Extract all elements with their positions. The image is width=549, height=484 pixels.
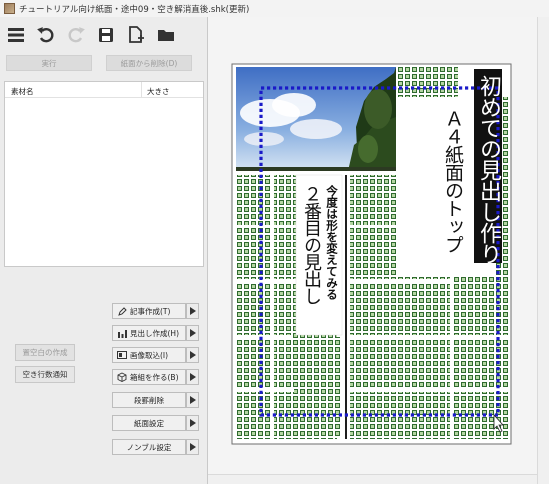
create-heading-arrow-icon[interactable] xyxy=(186,325,199,341)
create-article-label: 記事作成(T) xyxy=(130,306,171,316)
vertical-scrollbar[interactable] xyxy=(537,17,549,484)
column-header-name[interactable]: 素材名 xyxy=(11,86,34,97)
create-box-label: 箱組を作る(B) xyxy=(130,372,179,382)
paragraph-delete-button[interactable]: 段罫削除 xyxy=(112,392,186,408)
page-canvas[interactable]: 初めての見出し作り Ａ４紙面のトップ 今度は形を変えてみる ２番目の見出し xyxy=(208,17,549,484)
create-article-button[interactable]: 記事作成(T) xyxy=(112,303,186,319)
second-headline-top[interactable]: 今度は形を変えてみる xyxy=(324,185,340,335)
blank-lines-notice-button[interactable]: 空き行数通知 xyxy=(15,366,75,383)
create-box-button[interactable]: 箱組を作る(B) xyxy=(112,369,186,385)
toolbar xyxy=(0,20,210,50)
cube-icon xyxy=(117,372,127,382)
image-icon xyxy=(117,351,127,359)
app-icon xyxy=(4,3,15,14)
window-title: チュートリアル向け紙面・途中09・空き解消直後.shk(更新) xyxy=(19,4,250,15)
article-block[interactable] xyxy=(235,175,271,439)
create-heading-label: 見出し作成(H) xyxy=(130,328,179,338)
create-article-arrow-icon[interactable] xyxy=(186,303,199,319)
import-image-label: 画像取込(I) xyxy=(130,350,169,360)
main-headline[interactable]: 初めての見出し作り xyxy=(474,75,502,265)
material-list-header: 素材名 大きさ xyxy=(5,82,203,98)
pencil-icon xyxy=(117,306,127,316)
save-icon[interactable] xyxy=(94,23,118,47)
page-settings-button[interactable]: 紙面設定 xyxy=(112,415,186,431)
menu-icon[interactable] xyxy=(4,23,28,47)
import-image-button[interactable]: 画像取込(I) xyxy=(112,347,186,363)
remove-from-page-button[interactable]: 紙面から削除(D) xyxy=(106,55,192,71)
action-row: 実行 紙面から削除(D) xyxy=(6,55,202,71)
create-box-arrow-icon[interactable] xyxy=(186,369,199,385)
sub-headline[interactable]: Ａ４紙面のトップ xyxy=(440,109,466,279)
nombre-settings-arrow-icon[interactable] xyxy=(186,439,199,455)
horizontal-scrollbar[interactable] xyxy=(208,474,537,484)
new-document-icon[interactable] xyxy=(124,23,148,47)
nombre-settings-button[interactable]: ノンブル設定 xyxy=(112,439,186,455)
paragraph-delete-arrow-icon[interactable] xyxy=(186,392,199,408)
page-settings-arrow-icon[interactable] xyxy=(186,415,199,431)
import-image-arrow-icon[interactable] xyxy=(186,347,199,363)
execute-button[interactable]: 実行 xyxy=(6,55,92,71)
column-header-size[interactable]: 大きさ xyxy=(147,86,170,97)
material-list[interactable]: 素材名 大きさ xyxy=(4,81,204,267)
create-heading-button[interactable]: 見出し作成(H) xyxy=(112,325,186,341)
undo-icon[interactable] xyxy=(34,23,58,47)
second-headline-main[interactable]: ２番目の見出し xyxy=(299,185,323,335)
bar-chart-icon xyxy=(117,329,127,338)
redo-icon[interactable] xyxy=(64,23,88,47)
article-block[interactable] xyxy=(274,175,291,439)
title-bar: チュートリアル向け紙面・途中09・空き解消直後.shk(更新) xyxy=(0,0,549,17)
reset-blank-button[interactable]: 置空白の作成 xyxy=(15,344,75,361)
open-folder-icon[interactable] xyxy=(154,23,178,47)
